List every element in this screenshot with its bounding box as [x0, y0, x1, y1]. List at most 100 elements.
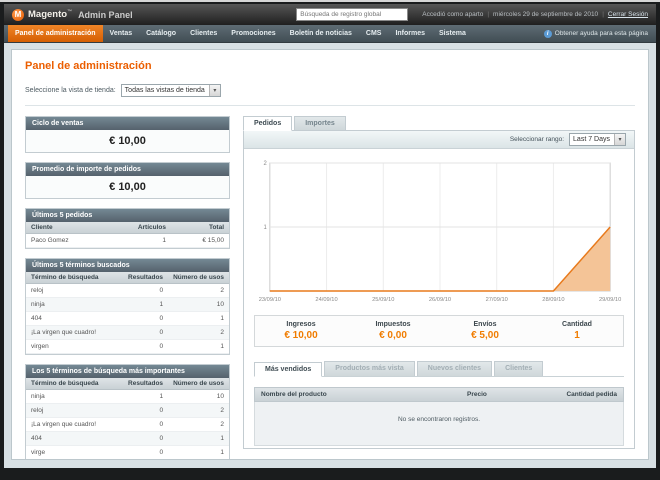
logged-in-as: Accedió como aparto	[422, 11, 484, 18]
global-search-input[interactable]	[296, 8, 409, 21]
logout-link[interactable]: Cerrar Sesión	[608, 11, 648, 18]
current-date: miércoles 29 de septiembre de 2010	[493, 11, 599, 18]
orders-chart: 1 2 23/09/10 24/09/10 25/09/10 26/09/10 27/09/…	[259, 161, 622, 303]
cell: 404	[26, 311, 124, 326]
nav-item-promotions[interactable]: Promociones	[224, 25, 282, 42]
range-label: Seleccionar rango:	[509, 136, 565, 143]
table-row[interactable]: virgen 0 1	[26, 339, 229, 354]
table-row[interactable]: 404 0 1	[26, 431, 229, 446]
stat-shipping: Envíos € 5,00	[439, 321, 531, 341]
stat-value: € 10,00	[284, 330, 318, 341]
stat-value: 1	[574, 330, 580, 341]
svg-text:29/09/10: 29/09/10	[599, 297, 621, 303]
table-row[interactable]: reloj 0 2	[26, 403, 229, 418]
svg-text:27/09/10: 27/09/10	[486, 297, 508, 303]
card-title: Últimos 5 términos buscados	[26, 259, 229, 272]
average-orders-card: Promedio de importe de pedidos € 10,00	[25, 162, 230, 199]
table-row[interactable]: virge 0 1	[26, 445, 229, 459]
table-row[interactable]: Paco Gomez 1 € 15,00	[26, 233, 229, 248]
cell: reloj	[26, 403, 124, 418]
nav-item-newsletter[interactable]: Boletín de noticias	[283, 25, 359, 42]
tab-clientes[interactable]: Clientes	[494, 361, 544, 376]
nav-item-catalog[interactable]: Catálogo	[139, 25, 183, 42]
cell: 0	[123, 403, 169, 418]
table-row[interactable]: ¡La virgen que cuadro! 0 2	[26, 325, 229, 340]
cell: 1	[168, 431, 229, 446]
cell: € 15,00	[171, 233, 229, 248]
nav-item-sales[interactable]: Ventas	[103, 25, 140, 42]
cell: 404	[26, 431, 124, 446]
column-header-product[interactable]: Nombre del producto	[261, 391, 467, 398]
dashboard-right-column: Pedidos Importes Seleccionar rango: Last…	[243, 116, 635, 449]
column-header: Total	[171, 222, 229, 234]
date-range-select[interactable]: Last 7 Days ▾	[569, 133, 626, 146]
cell: 0	[123, 445, 169, 459]
tab-importes[interactable]: Importes	[294, 116, 346, 131]
cell: 1	[131, 233, 171, 248]
store-view-select[interactable]: Todas las vistas de tienda ▾	[120, 84, 221, 97]
table-row[interactable]: ninja 1 10	[26, 297, 229, 312]
cell: ¡La virgen que cuadro!	[26, 417, 124, 432]
nav-item-reports[interactable]: Informes	[388, 25, 432, 42]
stat-label: Envíos	[473, 321, 497, 328]
last-5-search-terms-card: Últimos 5 términos buscados Término de b…	[25, 258, 230, 355]
range-bar: Seleccionar rango: Last 7 Days ▾	[244, 131, 634, 149]
trademark-mark: ™	[67, 8, 73, 15]
window-chrome: M Magento™ Admin Panel Accedió como apar…	[0, 0, 660, 480]
cell: reloj	[26, 283, 124, 298]
admin-page: M Magento™ Admin Panel Accedió como apar…	[4, 4, 656, 468]
nav-item-customers[interactable]: Clientes	[183, 25, 224, 42]
svg-text:28/09/10: 28/09/10	[542, 297, 564, 303]
cell: 1	[123, 297, 169, 312]
card-title: Últimos 5 pedidos	[26, 209, 229, 222]
magento-logo-icon: M	[12, 8, 24, 21]
cell: 1	[123, 389, 169, 404]
session-info: Accedió como aparto | miércoles 29 de se…	[416, 11, 648, 18]
cell: 1	[168, 445, 229, 459]
column-header: Término de búsqueda	[26, 272, 124, 284]
stat-quantity: Cantidad 1	[531, 321, 623, 341]
separator: |	[602, 11, 604, 18]
tab-nuevos-clientes[interactable]: Nuevos clientes	[416, 361, 493, 376]
average-order-value: € 10,00	[26, 176, 229, 198]
help-link[interactable]: i Obtener ayuda para esta página	[543, 25, 652, 42]
stat-tax: Impuestos € 0,00	[347, 321, 439, 341]
cell: ninja	[26, 389, 124, 404]
table-row[interactable]: reloj 0 2	[26, 283, 229, 298]
column-header-quantity[interactable]: Cantidad pedida	[537, 391, 617, 398]
table-row[interactable]: ¡La virgen que cuadro! 0 2	[26, 417, 229, 432]
chevron-down-icon: ▾	[614, 134, 625, 145]
nav-item-cms[interactable]: CMS	[359, 25, 389, 42]
cell: 10	[168, 297, 229, 312]
chart-panel: Seleccionar rango: Last 7 Days ▾ 1 2 23/09…	[243, 130, 635, 449]
tab-productos-mas-vistos[interactable]: Productos más vista	[324, 361, 415, 376]
table-row[interactable]: ninja 1 10	[26, 389, 229, 404]
product-grid-header: Nombre del producto Precio Cantidad pedi…	[254, 387, 624, 402]
column-header-price[interactable]: Precio	[467, 391, 537, 398]
chevron-down-icon: ▾	[208, 85, 220, 96]
stat-revenue: Ingresos € 10,00	[255, 321, 347, 341]
top-5-search-terms-card: Los 5 términos de búsqueda más important…	[25, 364, 230, 459]
lifetime-sales-card: Ciclo de ventas € 10,00	[25, 116, 230, 153]
nav-item-dashboard[interactable]: Panel de administración	[8, 25, 103, 42]
logo-text: Magento™	[28, 8, 73, 21]
tab-mas-vendidos[interactable]: Más vendidos	[254, 362, 323, 377]
nav-item-system[interactable]: Sistema	[432, 25, 473, 42]
cell: virge	[26, 445, 124, 459]
cell: 0	[123, 339, 169, 354]
store-view-selected: Todas las vistas de tienda	[124, 87, 205, 94]
svg-text:24/09/10: 24/09/10	[315, 297, 337, 303]
column-header: Cliente	[26, 222, 131, 234]
cell: ninja	[26, 297, 124, 312]
cell: 0	[123, 431, 169, 446]
cell: 0	[123, 311, 169, 326]
svg-text:1: 1	[264, 225, 268, 231]
cell: 2	[168, 283, 229, 298]
card-title: Ciclo de ventas	[26, 117, 229, 130]
tab-pedidos[interactable]: Pedidos	[243, 116, 293, 131]
chart-tabs: Pedidos Importes	[243, 116, 635, 131]
svg-text:25/09/10: 25/09/10	[372, 297, 394, 303]
column-header: Término de búsqueda	[26, 378, 124, 390]
cell: 2	[168, 403, 229, 418]
table-row[interactable]: 404 0 1	[26, 311, 229, 326]
